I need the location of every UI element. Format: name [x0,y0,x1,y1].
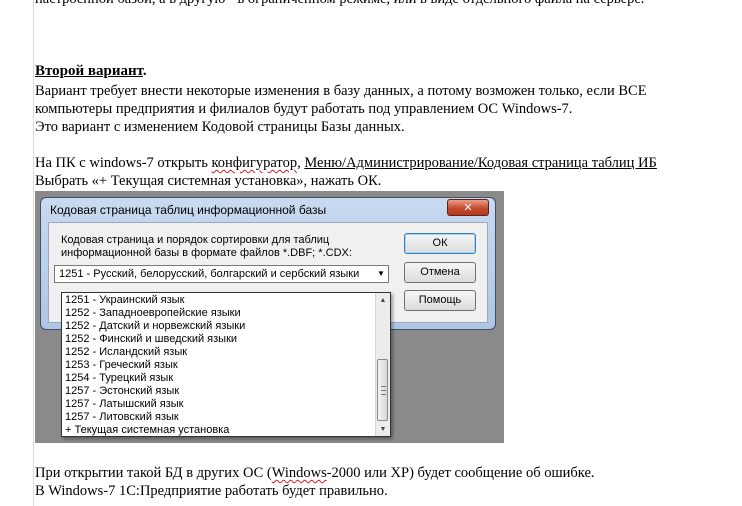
combobox-value: 1251 - Русский, белорусский, болгарский … [59,268,360,280]
paragraph-line-5: Выбрать «+ Текущая системная установка»,… [35,173,382,189]
codepage-dropdown-list[interactable]: 1251 - Украинский язык 1252 - Западноевр… [61,292,391,437]
list-item[interactable]: 1251 - Украинский язык [65,294,184,307]
dropdown-scrollbar[interactable]: ▲ ▼ [375,293,390,436]
list-item[interactable]: 1257 - Эстонский язык [65,385,179,398]
cancel-button[interactable]: Отмена [404,262,476,283]
previous-paragraph-fragment: настроенной базой, а в другую - в ограни… [35,0,644,8]
instruction-prefix: На ПК с windows-7 открыть [35,155,212,171]
dialog-description: Кодовая страница и порядок сортировки дл… [61,234,381,260]
windows-word: Windows [271,465,327,481]
paragraph-line-7: В Windows-7 1С:Предприятие работать буде… [35,483,388,499]
page-margin-line [33,0,34,506]
help-button[interactable]: Помощь [404,290,476,311]
ok-button[interactable]: ОК [404,233,476,254]
paragraph-line-1: Вариант требует внести некоторые изменен… [35,83,647,99]
paragraph-line-3: Это вариант с изменением Кодовой страниц… [35,119,405,135]
error-note-prefix: При открытии такой БД в других ОС ( [35,465,272,481]
description-line-2: информационной базы в формате файлов *.D… [61,247,352,259]
list-item[interactable]: 1252 - Исландский язык [65,346,187,359]
list-item[interactable]: 1253 - Греческий язык [65,359,178,372]
close-icon[interactable]: ✕ [447,199,489,216]
list-item[interactable]: 1252 - Датский и норвежский языки [65,320,245,333]
grip-icon [381,386,386,395]
dialog-title: Кодовая страница таблиц информационной б… [50,203,327,217]
error-note-suffix: -2000 или ХР) будет сообщение об ошибке. [326,465,595,481]
paragraph-line-2: компьютеры предприятия и филиалов будут … [35,101,573,117]
list-item-current-system-setting[interactable]: + Текущая системная установка [65,424,229,437]
list-item[interactable]: 1257 - Литовский язык [65,411,179,424]
list-item[interactable]: 1252 - Западноевропейские языки [65,307,241,320]
list-item[interactable]: 1252 - Финский и шведский языки [65,333,237,346]
codepage-combobox[interactable]: 1251 - Русский, белорусский, болгарский … [54,265,389,283]
paragraph-line-6: При открытии такой БД в других ОС (Windo… [35,464,595,482]
arrow-down-icon[interactable]: ▼ [376,422,390,436]
configurator-link[interactable]: конфигуратор [211,155,297,171]
list-item[interactable]: 1254 - Турецкий язык [65,372,173,385]
list-item[interactable]: 1257 - Латышский язык [65,398,184,411]
menu-path-link[interactable]: Меню/Администрирование/Кодовая страница … [304,155,657,171]
section-heading: Второй вариант. [35,62,147,80]
embedded-screenshot: Кодовая страница таблиц информационной б… [35,191,504,443]
arrow-up-icon[interactable]: ▲ [376,293,390,307]
paragraph-line-4: На ПК с windows-7 открыть конфигуратор, … [35,154,657,172]
heading-dot: . [142,63,147,79]
scrollbar-thumb[interactable] [377,359,388,421]
heading-text: Второй вариант [35,63,143,79]
chevron-down-icon[interactable]: ▼ [374,266,388,282]
description-line-1: Кодовая страница и порядок сортировки дл… [61,234,330,246]
